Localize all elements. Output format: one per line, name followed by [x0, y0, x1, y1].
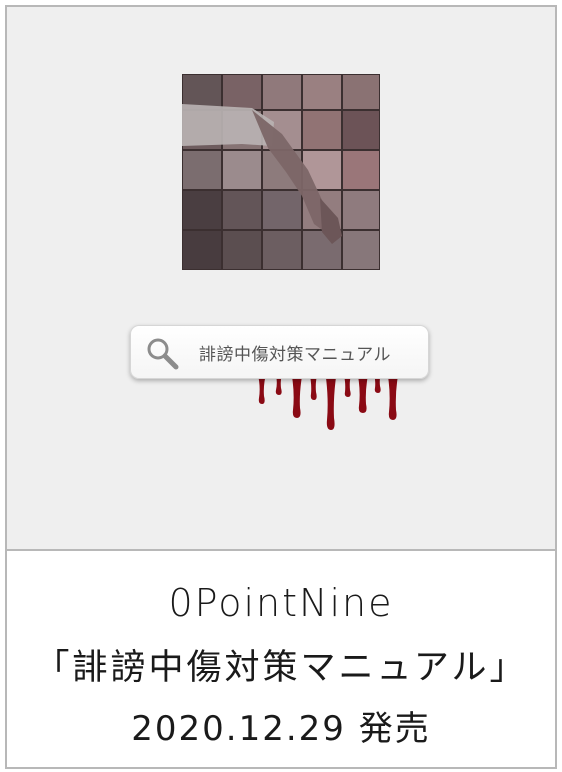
search-query: 誹謗中傷対策マニュアル	[199, 345, 391, 365]
search-icon	[147, 338, 179, 370]
search-bar[interactable]: 誹謗中傷対策マニュアル	[130, 325, 429, 379]
release-title: 「誹謗中傷対策マニュアル」	[34, 648, 528, 688]
release-card: 誹謗中傷対策マニュアル 0PointNine 「誹謗中傷対策マニュアル」 202…	[5, 5, 557, 769]
cover-photo	[182, 74, 380, 270]
artist-name: 0PointNine	[168, 581, 394, 625]
release-caption: 0PointNine 「誹謗中傷対策マニュアル」 2020.12.29 発売	[7, 551, 555, 767]
album-artwork: 誹謗中傷対策マニュアル	[7, 7, 555, 551]
release-date: 2020.12.29 発売	[131, 709, 431, 749]
